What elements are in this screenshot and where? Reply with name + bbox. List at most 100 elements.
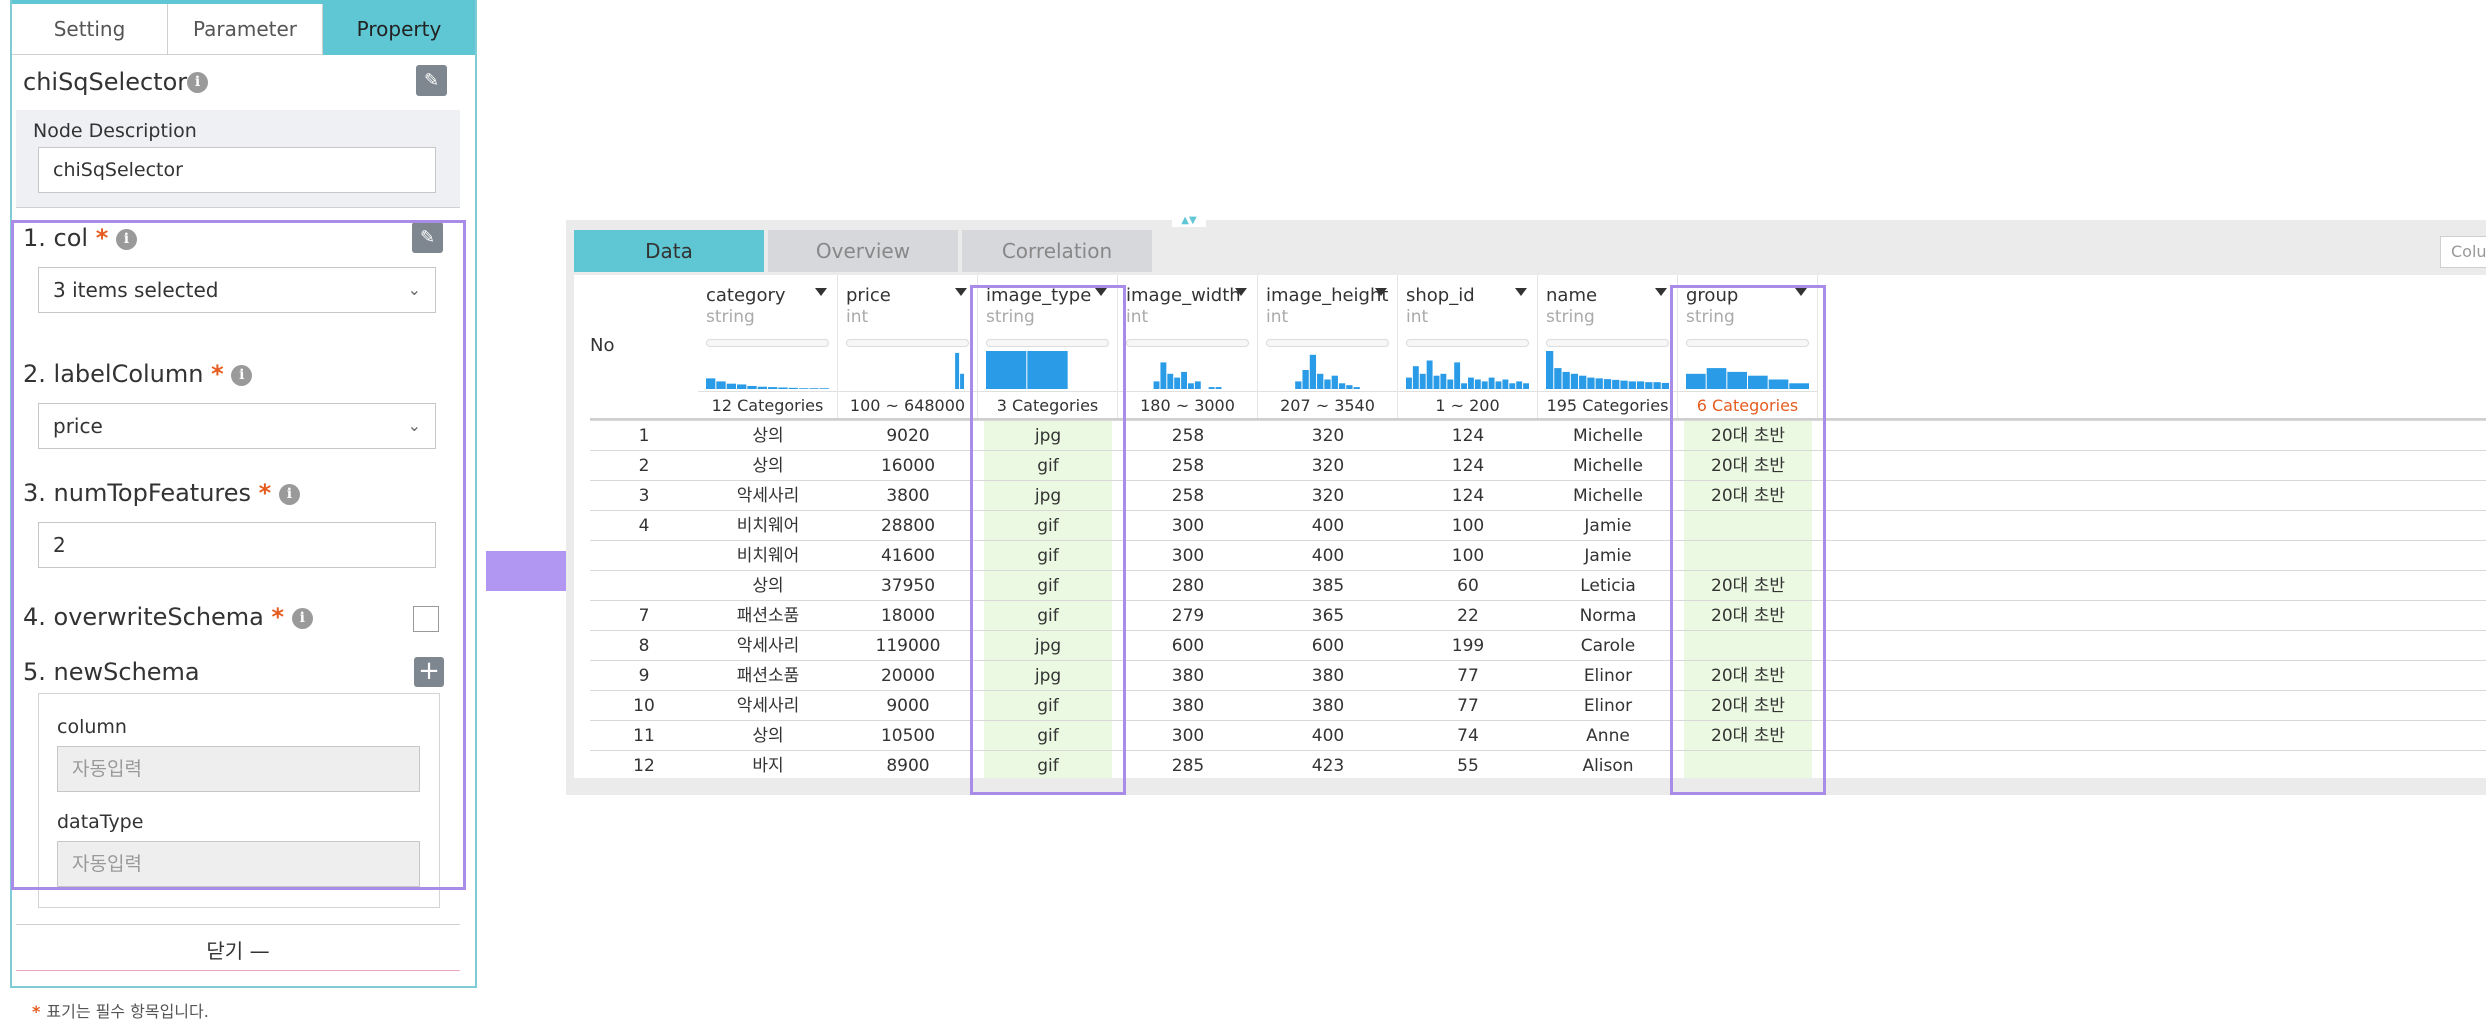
table-row[interactable]: 8 악세사리 119000 jpg 600 600 199 Carole [590,630,2486,661]
range-slider[interactable] [1266,339,1389,347]
range-slider[interactable] [1546,339,1669,347]
column-name: shop_id [1406,285,1475,306]
histogram-bar [1324,379,1331,389]
column-type: string [1546,307,1595,327]
cell-shop-id: 199 [1451,636,1485,656]
cell-category: 악세사리 [736,636,800,656]
range-slider[interactable] [706,339,829,347]
cell-shop-id: 77 [1457,696,1479,716]
cell-shop-id: 74 [1457,726,1479,746]
row-number: 4 [638,516,650,536]
cell-name: Norma [1579,606,1637,626]
histogram-bar [1426,360,1433,389]
histogram-bar [1353,387,1360,389]
histogram-bar [1488,377,1495,389]
table-row[interactable]: 12 바지 8900 gif 285 423 55 Alison [590,750,2486,778]
column-header-name[interactable]: name string 195 Categories [1538,275,1678,420]
cell-image-height: 320 [1311,426,1345,446]
cell-category: 상의 [752,726,784,746]
resize-handle-icon[interactable]: ▲▼ [1172,215,1206,227]
cell-image-height: 400 [1311,546,1345,566]
cell-name: Carole [1580,636,1636,656]
histogram-bar [1603,379,1612,389]
column-header-category[interactable]: category string 12 Categories [698,275,838,420]
cell-name: Elinor [1583,666,1633,686]
cell-shop-id: 77 [1457,666,1479,686]
cell-image-height: 380 [1311,666,1345,686]
edit-title-button[interactable]: ✎ [416,65,447,96]
column-header-image-width[interactable]: image_width int 180 ~ 3000 [1118,275,1258,420]
required-footnote: * 표기는 필수 항목입니다. [32,998,209,1022]
cell-category: 패션소품 [736,606,800,626]
range-slider[interactable] [846,339,969,347]
histogram-bar [1412,366,1419,389]
info-icon[interactable]: i [187,72,208,93]
table-row[interactable]: 7 패션소품 18000 gif 279 365 22 Norma 20대 초반 [590,600,2486,631]
column-histogram [955,352,965,389]
table-row[interactable]: 2 상의 16000 gif 258 320 124 Michelle 20대 초반 [590,450,2486,481]
histogram-bar [1474,379,1481,389]
node-description-input[interactable]: chiSqSelector [38,147,436,193]
table-row[interactable]: 9 패션소품 20000 jpg 380 380 77 Elinor 20대 초반 [590,660,2486,691]
cell-shop-id: 100 [1451,516,1485,536]
histogram-bar [716,381,726,389]
range-slider[interactable] [1406,339,1529,347]
row-number: 8 [638,636,650,656]
column-header-price[interactable]: price int 100 ~ 648000 [838,275,978,420]
cell-name: Jamie [1584,516,1632,536]
cell-category: 상의 [752,456,784,476]
histogram-bar [737,384,747,389]
column-histogram [1295,354,1360,389]
histogram-bar [1208,387,1215,389]
histogram-bar [1628,381,1636,389]
histogram-bar [1554,368,1562,389]
tab-data[interactable]: Data [574,230,764,272]
histogram-bar [1595,378,1603,389]
column-header-shop-id[interactable]: shop_id int 1 ~ 200 [1398,275,1538,420]
tab-parameter[interactable]: Parameter [168,4,323,55]
column-header-image-height[interactable]: image_height int 207 ~ 3540 [1258,275,1398,420]
caret-down-icon[interactable] [1375,288,1387,296]
tab-property[interactable]: Property [323,4,475,55]
histogram-bar [1153,381,1160,389]
table-row[interactable]: 4 비치웨어 28800 gif 300 400 100 Jamie [590,510,2486,541]
column-type: int [1266,307,1289,327]
caret-down-icon[interactable] [1235,288,1247,296]
cell-name: Anne [1586,726,1630,746]
close-button[interactable]: 닫기 — [16,935,460,964]
row-number: 3 [638,486,650,506]
table-row[interactable]: 1 상의 9020 jpg 258 320 124 Michelle 20대 초반 [590,420,2486,451]
table-row[interactable]: 11 상의 10500 gif 300 400 74 Anne 20대 초반 [590,720,2486,751]
table-row[interactable]: 10 악세사리 9000 gif 380 380 77 Elinor 20대 초반 [590,690,2486,721]
column-histogram [706,378,829,389]
node-title: chiSqSelector [23,68,188,96]
cell-image-height: 600 [1311,636,1345,656]
caret-down-icon[interactable] [955,288,967,296]
cell-image-height: 380 [1311,696,1345,716]
close-bar[interactable]: 닫기 — [16,924,460,971]
caret-down-icon[interactable] [1655,288,1667,296]
cell-image-width: 285 [1171,756,1205,776]
row-number: 9 [638,666,650,686]
table-row[interactable]: 비치웨어 41600 gif 300 400 100 Jamie [590,540,2486,571]
histogram-bar [778,387,788,389]
tab-setting[interactable]: Setting [12,4,168,55]
histogram-bar [1174,377,1181,389]
tab-correlation[interactable]: Correlation [962,230,1152,272]
histogram-bar [1612,379,1620,389]
histogram-bar [1502,379,1509,389]
cell-image-width: 300 [1171,726,1205,746]
histogram-bar [757,386,767,389]
cell-shop-id: 124 [1451,486,1485,506]
caret-down-icon[interactable] [1515,288,1527,296]
table-row[interactable]: 상의 37950 gif 280 385 60 Leticia 20대 초반 [590,570,2486,601]
tab-overview[interactable]: Overview [768,230,958,272]
column-button[interactable]: Colu [2440,236,2486,268]
histogram-bar [1440,373,1447,389]
column-type: int [1126,307,1149,327]
histogram-bar [1468,377,1474,389]
range-slider[interactable] [1126,339,1249,347]
cell-category: 바지 [752,756,784,776]
caret-down-icon[interactable] [815,288,827,296]
table-row[interactable]: 3 악세사리 3800 jpg 258 320 124 Michelle 20대 초반 [590,480,2486,511]
